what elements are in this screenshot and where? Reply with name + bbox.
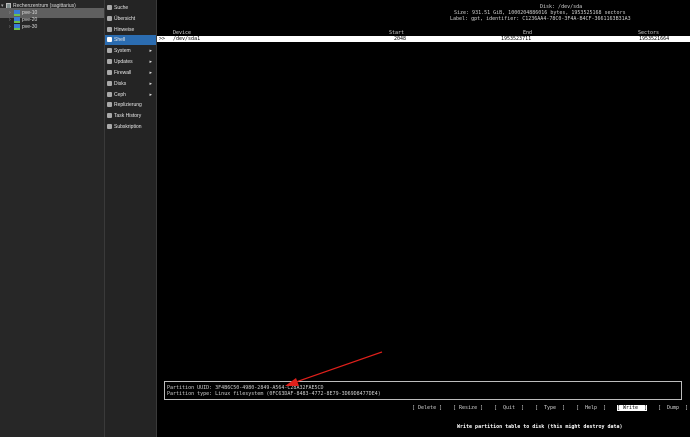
row-end: 1953523711 (501, 36, 532, 42)
search-icon (107, 5, 112, 11)
notes-icon (107, 27, 112, 33)
partition-type: Partition type: Linux filesystem (0FC63D… (167, 391, 381, 397)
quit-button[interactable]: [ Quit ] (494, 405, 524, 411)
partition-info-box: Partition UUID: 3F4B6C50-4980-2849-A564-… (164, 381, 682, 400)
disk-icon (107, 81, 112, 87)
table-row[interactable]: >> /dev/sda1 2048 1953523711 1953521664 (157, 36, 690, 42)
node-menu: Suche Übersicht Hinweise Shell System ▸ U… (105, 0, 157, 437)
menu-item-subskription[interactable]: Subskription (105, 122, 156, 132)
list-icon (107, 113, 112, 119)
menu-item-uebersicht[interactable]: Übersicht (105, 14, 156, 24)
chevron-right-icon: ▸ (149, 59, 152, 65)
menu-item-shell[interactable]: Shell (105, 35, 156, 45)
row-marker: >> (159, 36, 166, 42)
menu-item-disks[interactable]: Disks ▸ (105, 79, 156, 89)
tree-node-pve-30[interactable]: › pve-30 (0, 22, 104, 32)
row-start: 2048 (394, 36, 407, 42)
chevron-right-icon: ▸ (149, 81, 152, 87)
chevron-right-icon: ▸ (149, 70, 152, 76)
menu-item-firewall[interactable]: Firewall ▸ (105, 68, 156, 78)
resource-tree: ▾ Rechenzentrum (sagittarius) › pve-10 › pv… (0, 0, 105, 437)
menu-item-hinweise[interactable]: Hinweise (105, 25, 156, 35)
menu-item-replizierung[interactable]: Replizierung (105, 100, 156, 110)
chevron-right-icon: ▸ (149, 92, 152, 98)
type-button[interactable]: [ Type ] (535, 405, 565, 411)
row-sectors: 1953521664 (639, 36, 670, 42)
resize-button[interactable]: [ Resize ] (453, 405, 483, 411)
terminal-icon (107, 37, 112, 43)
replication-icon (107, 102, 112, 108)
firewall-icon (107, 70, 112, 76)
menu-item-system[interactable]: System ▸ (105, 46, 156, 56)
gear-icon (107, 48, 112, 54)
menu-item-suche[interactable]: Suche (105, 3, 156, 13)
ceph-icon (107, 92, 112, 98)
chevron-right-icon: ▸ (149, 48, 152, 54)
node-icon (14, 23, 20, 30)
delete-button[interactable]: [ Delete ] (412, 405, 442, 411)
menu-item-updates[interactable]: Updates ▸ (105, 57, 156, 67)
support-icon (107, 124, 112, 130)
disk-label: Label: gpt, identifier: C1236AA4-78C0-3F… (450, 16, 631, 22)
help-button[interactable]: [ Help ] (576, 405, 606, 411)
refresh-icon (107, 59, 112, 65)
write-button[interactable]: [ Write ] (617, 405, 648, 411)
menu-item-task-history[interactable]: Task History (105, 111, 156, 121)
dump-button[interactable]: [ Dump ] (658, 405, 688, 411)
menu-item-ceph[interactable]: Ceph ▸ (105, 90, 156, 100)
row-device: /dev/sda1 (173, 36, 201, 42)
summary-icon (107, 16, 112, 22)
command-hint: Write partition table to disk (this migh… (457, 424, 623, 430)
shell-terminal[interactable]: Disk: /dev/sda Size: 931.51 GiB, 1000204… (157, 0, 690, 437)
